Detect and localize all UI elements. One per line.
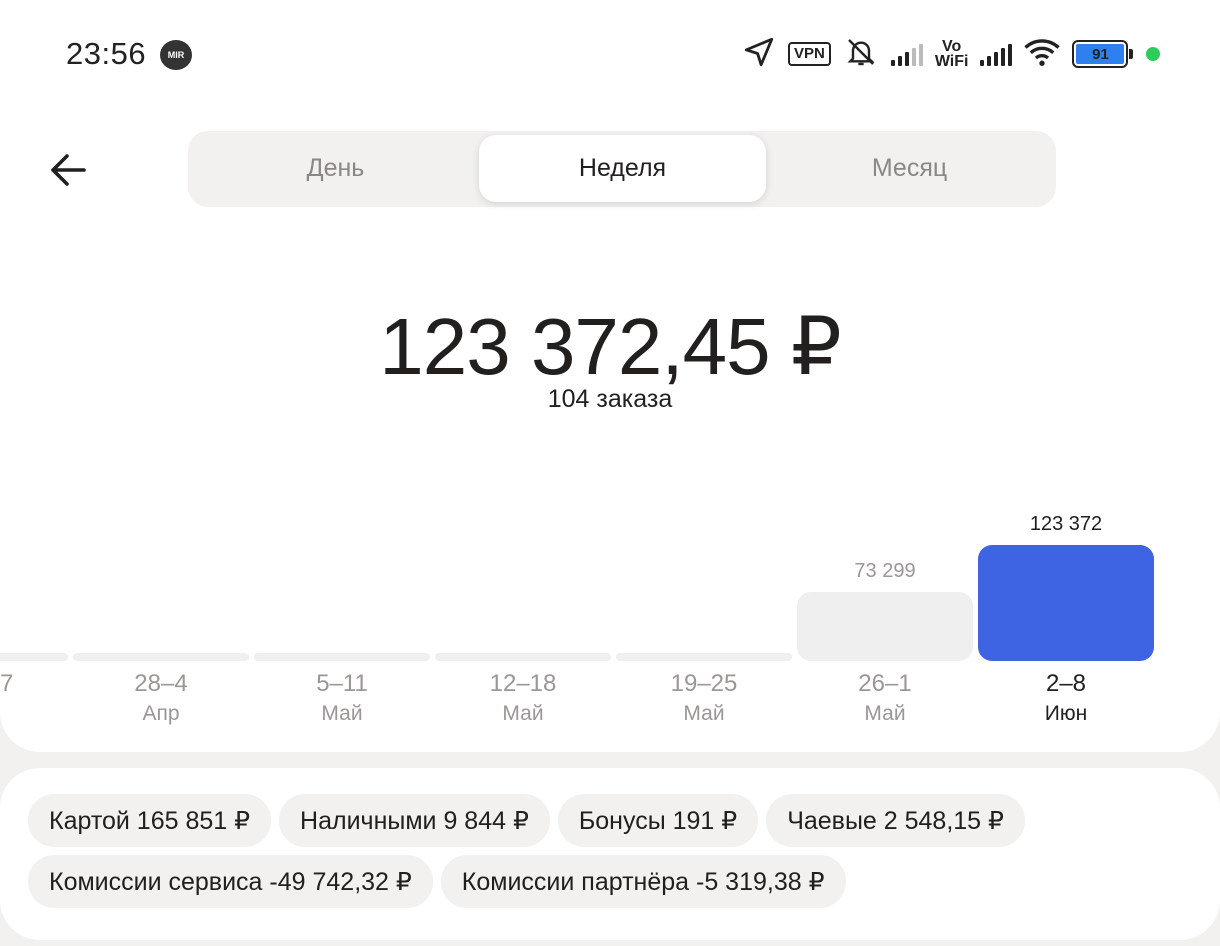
tab-month[interactable]: Месяц xyxy=(766,135,1053,202)
week-range-label[interactable]: 21–27 xyxy=(0,670,68,698)
privacy-indicator-dot xyxy=(1146,47,1161,61)
weekly-earnings-chart: 21–27Апр28–4Апр5–11Май12–18Май19–25Май73… xyxy=(0,500,1220,740)
week-range-label[interactable]: 26–1 xyxy=(797,670,973,698)
breakdown-chip[interactable]: Комиссии партнёра -5 319,38 ₽ xyxy=(440,855,846,908)
breakdown-chips: Картой 165 851 ₽ Наличными 9 844 ₽ Бонусы … xyxy=(28,794,1198,908)
bar-2–8[interactable] xyxy=(978,545,1154,661)
arrow-left-icon xyxy=(51,154,86,186)
status-time: 23:56 xyxy=(66,36,147,71)
order-count: 104 заказа xyxy=(547,385,673,413)
week-month-label: Июн xyxy=(1044,702,1088,725)
period-switcher: День Неделя Месяц xyxy=(188,131,1056,207)
bar-26–1[interactable] xyxy=(797,592,973,661)
bar-5–11[interactable] xyxy=(254,653,430,661)
signal-strength-icon-2 xyxy=(980,42,1013,66)
bar-28–4[interactable] xyxy=(73,653,249,661)
week-range-label[interactable]: 28–4 xyxy=(73,670,249,698)
breakdown-chip[interactable]: Наличными 9 844 ₽ xyxy=(279,794,550,847)
bar-value-label: 73 299 xyxy=(854,560,916,582)
week-month-label: Апр xyxy=(0,702,68,726)
breakdown-chip[interactable]: Комиссии сервиса -49 742,32 ₽ xyxy=(28,855,433,908)
back-button[interactable] xyxy=(40,142,96,198)
week-range-label[interactable]: 5–11 xyxy=(254,670,430,698)
location-arrow-icon xyxy=(742,35,776,74)
battery-icon: 91 xyxy=(1072,40,1134,68)
total-earnings: 123 372,45 ₽ xyxy=(379,302,842,391)
tab-week[interactable]: Неделя xyxy=(479,135,766,202)
signal-strength-icon xyxy=(890,42,923,66)
week-range-label[interactable]: 2–8 xyxy=(978,670,1154,698)
week-month-label: Май xyxy=(502,702,544,725)
wifi-icon xyxy=(1024,37,1061,72)
bar-21–27[interactable] xyxy=(0,653,68,661)
breakdown-chip[interactable]: Чаевые 2 548,15 ₽ xyxy=(766,794,1025,847)
week-month-label: Апр xyxy=(142,702,180,725)
status-icons: VPN Vo WiFi 91 xyxy=(742,35,1161,74)
muted-bell-icon xyxy=(843,36,879,73)
bar-value-label: 123 372 xyxy=(1029,513,1103,535)
bar-19–25[interactable] xyxy=(616,653,792,661)
week-month-label: Май xyxy=(321,702,363,725)
vpn-icon: VPN xyxy=(788,42,831,66)
breakdown-chip[interactable]: Картой 165 851 ₽ xyxy=(28,794,272,847)
week-range-label[interactable]: 12–18 xyxy=(435,670,611,698)
tab-day[interactable]: День xyxy=(192,135,479,202)
breakdown-chip[interactable]: Бонусы 191 ₽ xyxy=(557,794,759,847)
vowifi-icon: Vo WiFi xyxy=(934,38,969,70)
summary-card: 23:56 MIR VPN Vo WiFi 91 День Неделя Мес… xyxy=(0,0,1220,752)
bar-12–18[interactable] xyxy=(435,653,611,661)
week-month-label: Май xyxy=(864,702,906,725)
mir-pay-icon: MIR xyxy=(160,40,192,70)
week-month-label: Май xyxy=(683,702,725,725)
week-range-label[interactable]: 19–25 xyxy=(616,670,792,698)
